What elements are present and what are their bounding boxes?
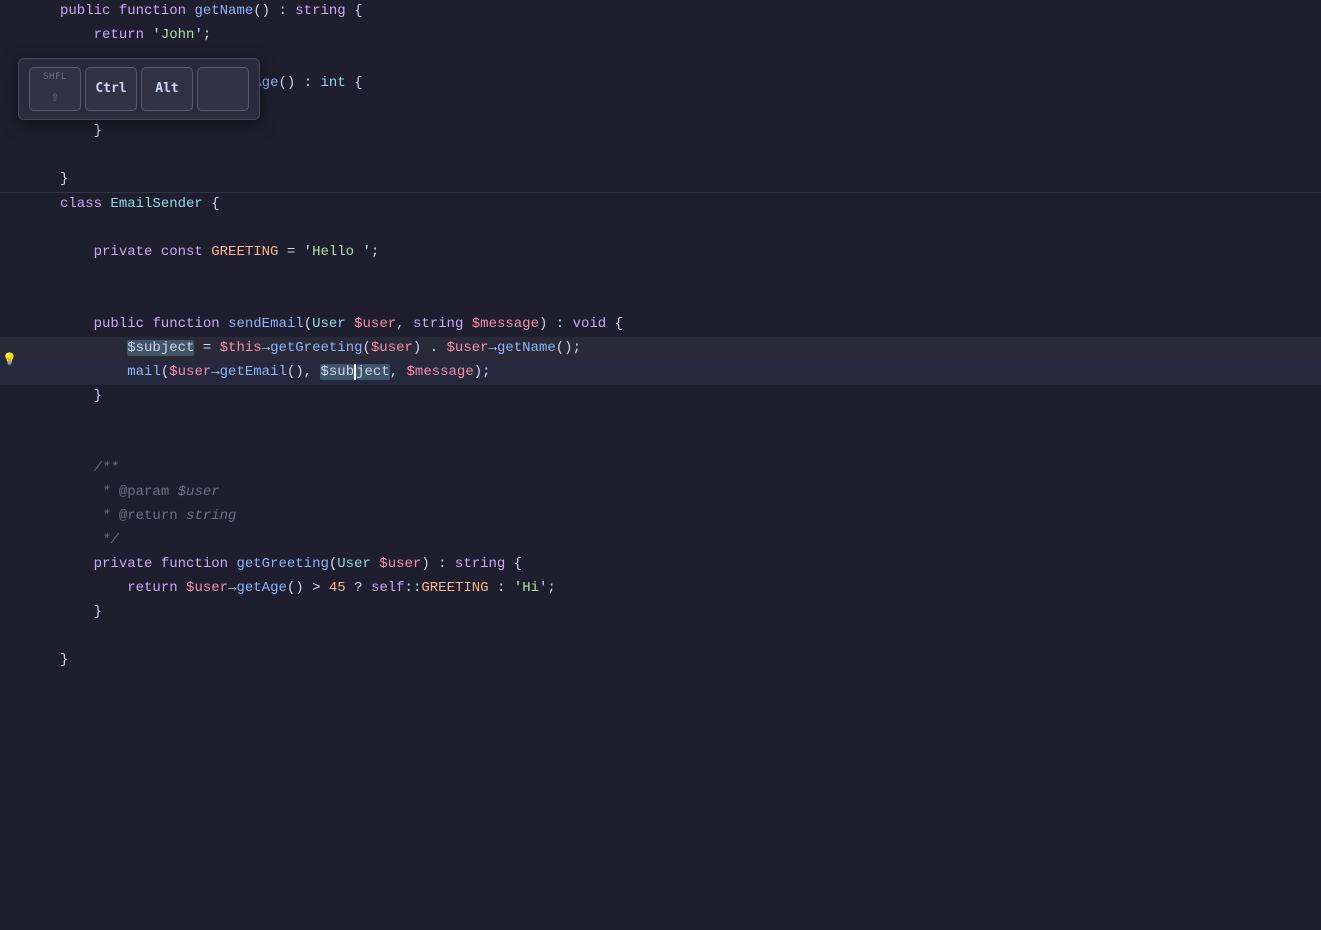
code-line-active: 💡 mail($user→getEmail(), $subject, $mess… bbox=[0, 361, 1321, 385]
line-content: mail($user→getEmail(), $subject, $messag… bbox=[40, 361, 1321, 383]
line-content bbox=[40, 409, 1321, 431]
line-content: public function sendEmail(User $user, st… bbox=[40, 313, 1321, 335]
code-line bbox=[0, 409, 1321, 433]
kbd-alt-key: Alt bbox=[141, 67, 193, 111]
code-line: private const GREETING = 'Hello '; bbox=[0, 241, 1321, 265]
line-content: */ bbox=[40, 529, 1321, 551]
code-line: } bbox=[0, 649, 1321, 673]
line-content: return $user→getAge() > 45 ? self::GREET… bbox=[40, 577, 1321, 599]
code-line: public function sendEmail(User $user, st… bbox=[0, 313, 1321, 337]
line-content: public function getName() : string { bbox=[40, 0, 1321, 22]
line-content: private function getGreeting(User $user)… bbox=[40, 553, 1321, 575]
code-line: } bbox=[0, 168, 1321, 192]
line-content: /** bbox=[40, 457, 1321, 479]
bulb-icon: 💡 bbox=[2, 351, 17, 370]
line-content: } bbox=[40, 601, 1321, 623]
code-line: } bbox=[0, 385, 1321, 409]
shift-arrow-icon: ⇧ bbox=[51, 86, 59, 108]
code-line-highlighted: $subject = $this→getGreeting($user) . $u… bbox=[0, 337, 1321, 361]
code-line: } bbox=[0, 601, 1321, 625]
line-content: class EmailSender { bbox=[40, 193, 1321, 215]
line-content bbox=[40, 433, 1321, 455]
key-label-main: Alt bbox=[155, 79, 178, 100]
code-line bbox=[0, 433, 1321, 457]
line-content bbox=[40, 265, 1321, 287]
code-line bbox=[0, 625, 1321, 649]
line-content: } bbox=[40, 168, 1321, 190]
line-content: $subject = $this→getGreeting($user) . $u… bbox=[40, 337, 1321, 359]
code-line: class EmailSender { bbox=[0, 193, 1321, 217]
code-line bbox=[0, 144, 1321, 168]
code-line: */ bbox=[0, 529, 1321, 553]
kbd-shift-key: SHFL ⇧ bbox=[29, 67, 81, 111]
line-content bbox=[40, 217, 1321, 239]
line-content bbox=[40, 625, 1321, 647]
code-line bbox=[0, 265, 1321, 289]
code-line bbox=[0, 217, 1321, 241]
code-area: public function getName() : string { ret… bbox=[0, 0, 1321, 673]
line-content: * @param $user bbox=[40, 481, 1321, 503]
line-content bbox=[40, 144, 1321, 166]
keyboard-shortcut-overlay: SHFL ⇧ Ctrl Alt bbox=[18, 58, 260, 120]
line-content: } bbox=[40, 385, 1321, 407]
code-line: * @return string bbox=[0, 505, 1321, 529]
kbd-ctrl-key: Ctrl bbox=[85, 67, 137, 111]
line-content: } bbox=[40, 120, 1321, 142]
code-line: return $user→getAge() > 45 ? self::GREET… bbox=[0, 577, 1321, 601]
line-content: } bbox=[40, 649, 1321, 671]
kbd-blank-key bbox=[197, 67, 249, 111]
code-line: } bbox=[0, 120, 1321, 144]
code-line: /** bbox=[0, 457, 1321, 481]
key-label-small: SHFL bbox=[43, 70, 67, 84]
key-label-main: Ctrl bbox=[95, 79, 126, 100]
line-content: * @return string bbox=[40, 505, 1321, 527]
code-line: return 'John'; bbox=[0, 24, 1321, 48]
code-line: private function getGreeting(User $user)… bbox=[0, 553, 1321, 577]
editor-container: public function getName() : string { ret… bbox=[0, 0, 1321, 930]
code-line: * @param $user bbox=[0, 481, 1321, 505]
line-content bbox=[40, 289, 1321, 311]
code-line bbox=[0, 289, 1321, 313]
code-line: public function getName() : string { bbox=[0, 0, 1321, 24]
line-content: return 'John'; bbox=[40, 24, 1321, 46]
line-content: private const GREETING = 'Hello '; bbox=[40, 241, 1321, 263]
